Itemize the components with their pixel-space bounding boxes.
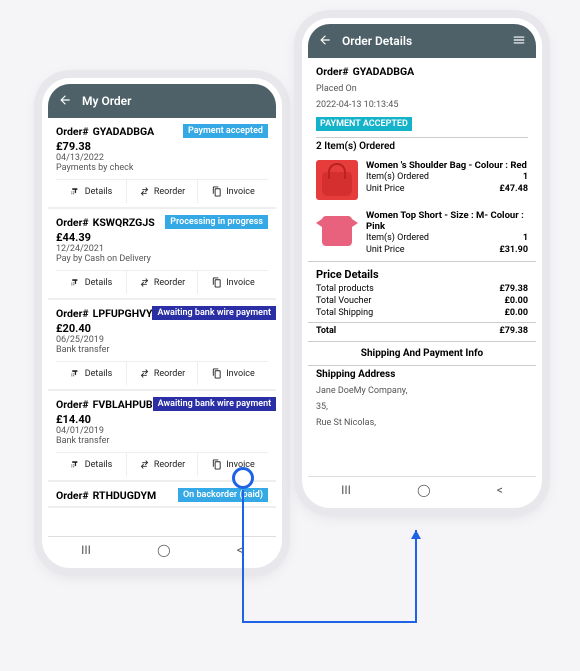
back-icon[interactable]: [318, 33, 332, 50]
shipping-payment-title: Shipping And Payment Info: [308, 341, 536, 366]
nav-recent-icon[interactable]: III: [341, 483, 351, 497]
order-prefix: Order#: [316, 65, 349, 78]
payment-method: Pay by Cash on Delivery: [56, 254, 268, 264]
invoice-button[interactable]: Invoice: [198, 453, 268, 476]
phone-order-details: Order Details Order# GYADADBGA Placed On…: [302, 18, 542, 508]
status-badge: Payment accepted: [183, 124, 268, 138]
order-amount: £20.40: [56, 322, 268, 335]
order-card[interactable]: Order# KSWQRZGJS Processing in progress …: [48, 209, 276, 300]
details-button[interactable]: Details: [56, 180, 127, 203]
nav-back-icon[interactable]: <: [237, 543, 243, 557]
page-title: My Order: [82, 94, 131, 108]
order-amount: £79.38: [56, 140, 268, 153]
back-icon[interactable]: [58, 93, 72, 110]
invoice-button[interactable]: Invoice: [198, 362, 268, 385]
line-item: Women 's Shoulder Bag - Colour : Red Ite…: [308, 155, 536, 205]
price-details-title: Price Details: [308, 261, 536, 283]
reorder-button[interactable]: Reorder: [127, 180, 198, 203]
items-list: Women 's Shoulder Bag - Colour : Red Ite…: [308, 155, 536, 261]
ship-line: Jane DoeMy Company,: [308, 383, 536, 399]
status-badge: PAYMENT ACCEPTED: [316, 117, 412, 131]
order-card[interactable]: Order# GYADADBGA Payment accepted £79.38…: [48, 118, 276, 209]
android-nav: III ◯ <: [308, 476, 536, 502]
product-image: [316, 210, 358, 250]
shipping-address-label: Shipping Address: [308, 366, 536, 383]
app-bar: My Order: [48, 84, 276, 118]
details-button[interactable]: Details: [56, 453, 127, 476]
nav-recent-icon[interactable]: III: [81, 543, 91, 557]
ship-line: 35,: [308, 399, 536, 415]
nav-home-icon[interactable]: ◯: [157, 543, 170, 557]
product-image: [316, 160, 358, 200]
phone-my-orders: My Order Order# GYADADBGA Payment accept…: [42, 78, 282, 568]
order-card[interactable]: Order# RTHDUGDYM On backorder (paid): [48, 482, 276, 508]
app-bar: Order Details: [308, 24, 536, 58]
page-title: Order Details: [342, 34, 412, 48]
nav-home-icon[interactable]: ◯: [417, 483, 430, 497]
placed-on-value: 2022-04-13 10:13:45: [308, 97, 536, 113]
order-date: 12/24/2021: [56, 244, 268, 254]
menu-icon[interactable]: [512, 33, 526, 50]
order-card[interactable]: Order# FVBLAHPUB Awaiting bank wire paym…: [48, 391, 276, 482]
payment-method: Bank transfer: [56, 345, 268, 355]
order-date: 04/13/2022: [56, 153, 268, 163]
order-date: 04/01/2019: [56, 426, 268, 436]
order-amount: £44.39: [56, 231, 268, 244]
payment-method: Bank transfer: [56, 436, 268, 446]
phone-screen: My Order Order# GYADADBGA Payment accept…: [48, 84, 276, 562]
line-item: Women Top Short - Size : M- Colour : Pin…: [308, 205, 536, 261]
status-badge: Awaiting bank wire payment: [153, 397, 276, 411]
status-badge: On backorder (paid): [178, 488, 268, 502]
order-number: GYADADBGA: [353, 65, 415, 78]
orders-list[interactable]: Order# GYADADBGA Payment accepted £79.38…: [48, 118, 276, 536]
product-title: Women 's Shoulder Bag - Colour : Red: [366, 160, 528, 171]
order-amount: £14.40: [56, 413, 268, 426]
phone-screen: Order Details Order# GYADADBGA Placed On…: [308, 24, 536, 502]
invoice-button[interactable]: Invoice: [198, 271, 268, 294]
reorder-button[interactable]: Reorder: [127, 453, 198, 476]
payment-method: Payments by check: [56, 163, 268, 173]
android-nav: III ◯ <: [48, 536, 276, 562]
ship-line: Rue St Nicolas,: [308, 415, 536, 431]
details-scroll[interactable]: Order# GYADADBGA Placed On 2022-04-13 10…: [308, 58, 536, 476]
invoice-button[interactable]: Invoice: [198, 180, 268, 203]
order-date: 06/25/2019: [56, 335, 268, 345]
details-button[interactable]: Details: [56, 271, 127, 294]
product-title: Women Top Short - Size : M- Colour : Pin…: [366, 210, 528, 232]
status-badge: Processing in progress: [165, 215, 268, 229]
nav-back-icon[interactable]: <: [497, 483, 503, 497]
items-header: 2 Item(s) Ordered: [308, 138, 536, 155]
status-badge: Awaiting bank wire payment: [152, 306, 276, 320]
details-button[interactable]: Details: [56, 362, 127, 385]
reorder-button[interactable]: Reorder: [127, 271, 198, 294]
reorder-button[interactable]: Reorder: [127, 362, 198, 385]
placed-on-label: Placed On: [308, 81, 536, 97]
order-card[interactable]: Order# LPFUPGHVY Awaiting bank wire paym…: [48, 300, 276, 391]
